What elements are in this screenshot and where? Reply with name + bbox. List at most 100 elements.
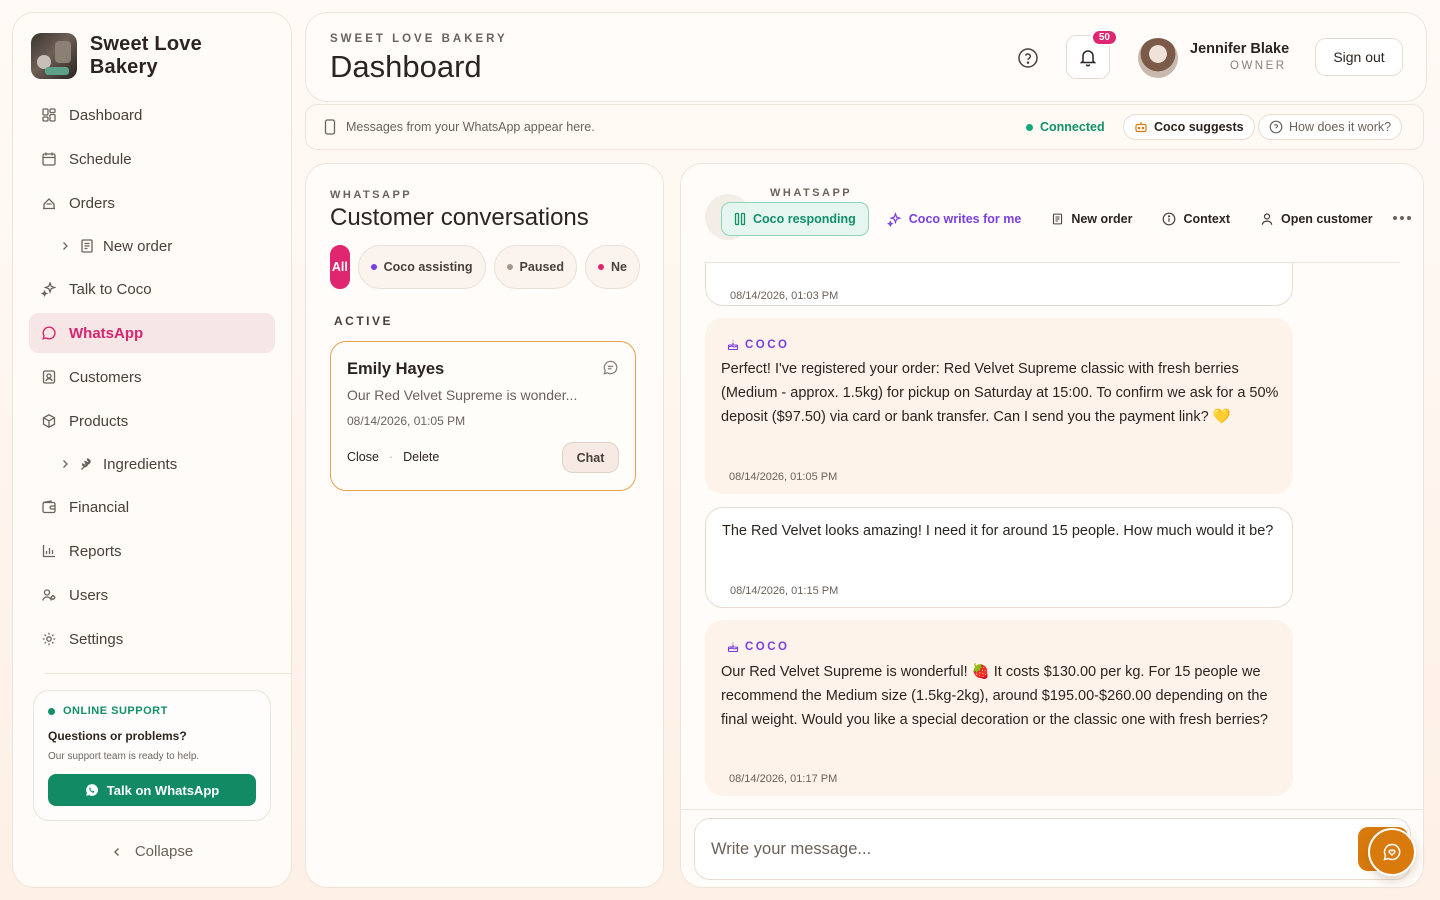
floating-chat-button[interactable] [1368,828,1416,876]
open-customer-button[interactable]: Open customer [1248,202,1385,236]
support-tag-label: ONLINE SUPPORT [63,705,168,717]
user-role: OWNER [1230,60,1287,72]
sidebar-item-new-order[interactable]: New order [29,227,275,265]
message-time: 08/14/2026, 01:17 PM [729,773,838,785]
chat-panel: WHATSAPP Coco responding Coco writes for… [680,163,1424,888]
users-icon [42,589,56,601]
coco-writes-button[interactable]: Coco writes for me [875,202,1034,236]
sidebar-item-label: New order [103,237,173,255]
status-dot-icon [370,264,377,270]
sidebar-item-label: Settings [69,630,124,648]
page-title: Dashboard [330,49,482,84]
message-bubble-customer: 08/14/2026, 01:03 PM [705,263,1293,306]
brand-logo [31,33,77,79]
filter-paused[interactable]: Paused [493,245,578,289]
filter-all[interactable]: All [330,245,350,289]
active-section-label: ACTIVE [334,314,394,328]
message-time: 08/14/2026, 01:15 PM [730,585,839,597]
talk-on-whatsapp-label: Talk on WhatsApp [106,782,220,798]
filter-label: All [331,260,348,274]
filter-new[interactable]: Ne [585,245,640,289]
avatar[interactable] [1138,38,1178,78]
sidebar-item-ingredients[interactable]: Ingredients [29,445,275,483]
filter-coco-assisting[interactable]: Coco assisting [357,245,486,289]
sidebar-item-label: Talk to Coco [69,280,152,298]
sidebar-item-financial[interactable]: Financial [29,487,275,527]
coco-responding-label: Coco responding [753,212,856,226]
last-message-time: 08/14/2026, 01:05 PM [347,414,466,428]
message-text: The Red Velvet looks amazing! I need it … [722,523,1274,539]
sidebar-item-schedule[interactable]: Schedule [29,139,275,179]
talk-on-whatsapp-button[interactable]: Talk on WhatsApp [48,774,256,806]
sidebar-divider [45,673,291,674]
notifications-button[interactable]: 50 [1066,29,1118,79]
contact-icon [42,370,56,384]
message-bubble-coco: COCO Perfect! I've registered your order… [705,318,1293,494]
collapse-button[interactable]: Collapse [29,843,275,860]
how-it-works-label: How does it work? [1289,120,1392,134]
last-message-preview: Our Red Velvet Supreme is wonder... [347,387,578,403]
phone-icon [324,119,336,135]
how-it-works-button[interactable]: How does it work? [1258,114,1403,140]
message-bubble-coco: COCO Our Red Velvet Supreme is wonderful… [705,620,1293,796]
coco-suggests-button[interactable]: Coco suggests [1123,114,1255,140]
sidebar-item-label: Customers [69,368,142,386]
heart-chat-icon [1383,843,1401,861]
sidebar-item-customers[interactable]: Customers [29,357,275,397]
brand[interactable]: Sweet Love Bakery [29,33,275,79]
gear-icon [42,632,56,646]
sidebar-item-label: Products [69,412,129,430]
delete-conversation-link[interactable]: Delete [403,450,439,464]
sidebar-item-dashboard[interactable]: Dashboard [29,95,275,135]
conversation-card[interactable]: Emily Hayes Our Red Velvet Supreme is wo… [330,341,636,491]
box-icon [42,414,56,428]
chevron-left-icon [113,847,119,856]
sidebar-item-label: Financial [69,498,130,516]
sidebar-item-settings[interactable]: Settings [29,619,275,659]
sidebar-item-label: Ingredients [103,455,178,473]
message-list: 08/14/2026, 01:03 PM COCO Perfect! I've … [705,263,1400,808]
conversation-filters: All Coco assisting Paused Ne [330,245,640,291]
context-button[interactable]: Context [1150,202,1242,236]
close-conversation-link[interactable]: Close [347,450,379,464]
status-dot-icon [506,264,513,270]
sidebar-item-label: Schedule [69,150,132,168]
new-order-label: New order [1071,212,1133,226]
orders-icon [43,198,55,210]
new-order-button[interactable]: New order [1039,202,1144,236]
message-composer [694,818,1411,880]
sidebar-item-reports[interactable]: Reports [29,531,275,571]
info-text: Messages from your WhatsApp appear here. [346,120,595,134]
more-options-icon[interactable] [1393,216,1411,220]
support-card: ONLINE SUPPORT Questions or problems? Ou… [33,690,271,821]
sidebar-item-label: Orders [69,194,115,212]
message-text: Perfect! I've registered your order: Red… [721,361,1279,425]
status-dot-icon [598,264,605,270]
chat-icon [42,326,56,340]
sidebar-item-orders[interactable]: Orders [29,183,275,223]
filter-label: Ne [611,260,627,274]
sidebar-item-users[interactable]: Users [29,575,275,615]
context-label: Context [1183,212,1230,226]
brand-name: Sweet Love Bakery [89,33,202,78]
wheat-icon [81,458,91,470]
coco-tag: COCO [727,333,790,357]
chevron-right-icon [63,242,68,250]
sign-out-button[interactable]: Sign out [1315,38,1403,76]
coco-responding-toggle[interactable]: Coco responding [721,202,869,236]
whatsapp-info-bar: Messages from your WhatsApp appear here.… [305,104,1424,150]
help-button[interactable] [1017,47,1039,69]
document-icon [81,239,93,253]
sidebar-item-products[interactable]: Products [29,401,275,441]
open-chat-button[interactable]: Chat [562,442,619,473]
sidebar-item-whatsapp[interactable]: WhatsApp [29,313,275,353]
sparkle-icon [41,281,57,297]
sidebar-nav: Dashboard Schedule Orders New order Talk… [29,95,275,659]
support-status: ONLINE SUPPORT [48,705,256,717]
sidebar-item-talk-to-coco[interactable]: Talk to Coco [29,269,275,309]
user-icon [1261,213,1273,225]
separator-dot: · [388,450,394,464]
message-input[interactable] [711,837,1311,861]
notification-badge: 50 [1090,29,1118,46]
bar-chart-icon [42,545,55,558]
